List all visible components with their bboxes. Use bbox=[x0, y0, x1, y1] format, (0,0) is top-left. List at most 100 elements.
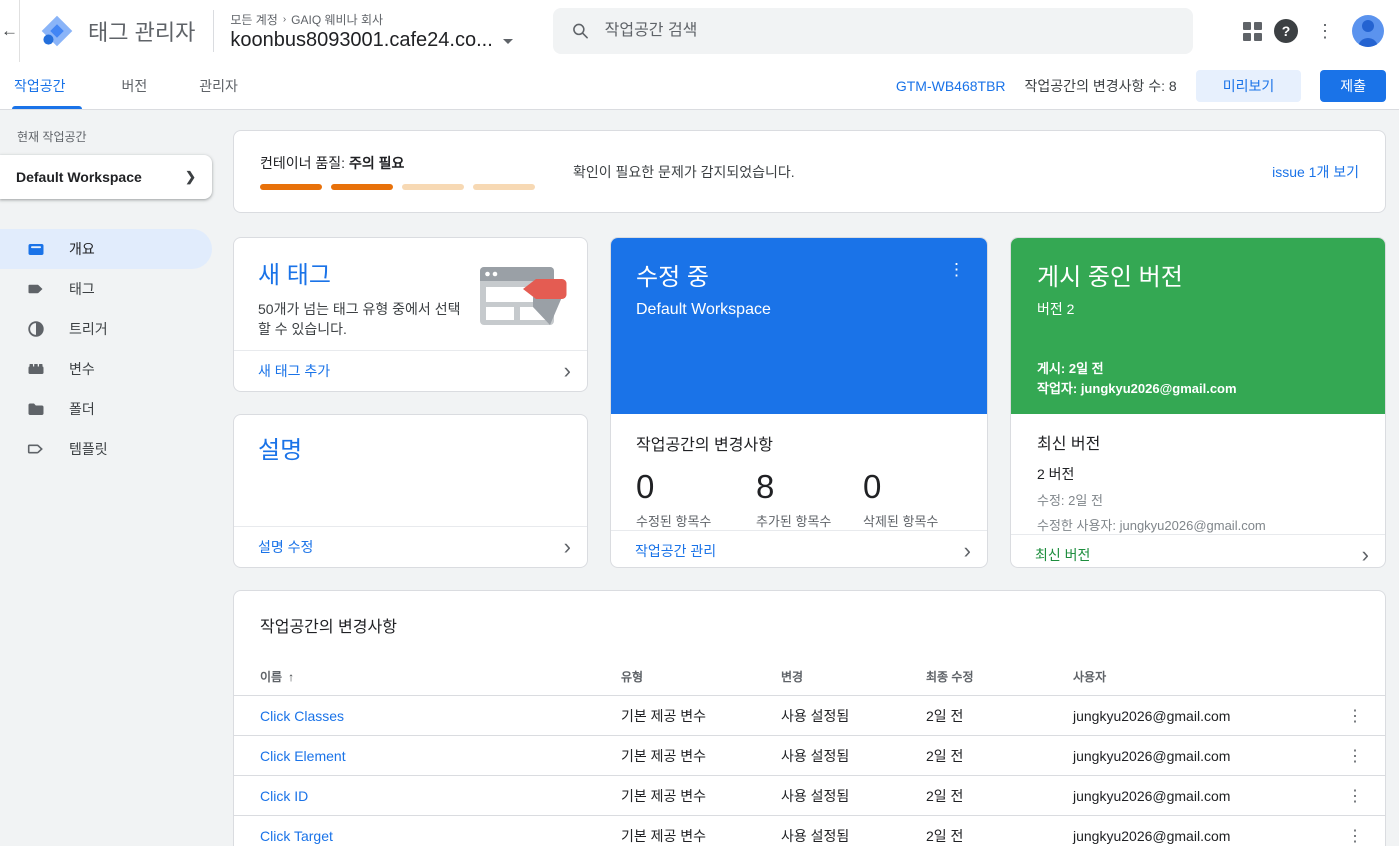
latest-version-number: 2 버전 bbox=[1037, 466, 1075, 482]
submit-button[interactable]: 제출 bbox=[1320, 69, 1386, 102]
latest-modified-date: 수정: 2일 전 bbox=[1037, 493, 1103, 508]
sidebar-item-variables[interactable]: 변수 bbox=[0, 349, 212, 389]
sidebar-item-triggers[interactable]: 트리거 bbox=[0, 309, 212, 349]
column-label: 이름 bbox=[260, 669, 283, 684]
app-brand: 태그 관리자 bbox=[20, 13, 213, 49]
editing-card-header: 수정 중 ⋮ Default Workspace bbox=[611, 238, 987, 414]
tab-versions[interactable]: 버전 bbox=[96, 62, 174, 109]
published-date: 게시: 2일 전 bbox=[1037, 361, 1104, 376]
sidebar-item-tags[interactable]: 태그 bbox=[0, 269, 212, 309]
tab-workspace[interactable]: 작업공간 bbox=[0, 62, 96, 109]
description-title: 설명 bbox=[258, 436, 303, 464]
quality-bar-segment bbox=[331, 184, 393, 190]
sidebar-item-templates[interactable]: 템플릿 bbox=[0, 429, 212, 469]
latest-version-action[interactable]: 최신 버전 › bbox=[1011, 534, 1385, 567]
row-change: 사용 설정됨 bbox=[781, 707, 850, 724]
column-header-change[interactable]: 변경 bbox=[781, 668, 926, 685]
view-issues-link[interactable]: issue 1개 보기 bbox=[1272, 162, 1359, 182]
card-menu-icon[interactable]: ⋮ bbox=[938, 257, 975, 282]
help-icon[interactable]: ? bbox=[1274, 19, 1298, 43]
column-header-type[interactable]: 유형 bbox=[621, 668, 781, 685]
published-version: 버전 2 bbox=[1037, 301, 1075, 317]
sort-ascending-icon: ↑ bbox=[288, 669, 295, 684]
apps-grid-icon[interactable] bbox=[1243, 21, 1262, 41]
row-menu-icon[interactable]: ⋮ bbox=[1335, 826, 1375, 846]
table-row: Click Element 기본 제공 변수 사용 설정됨 2일 전 jungk… bbox=[234, 735, 1385, 775]
row-user: jungkyu2026@gmail.com bbox=[1073, 787, 1231, 804]
row-menu-icon[interactable]: ⋮ bbox=[1335, 786, 1375, 806]
row-last-modified: 2일 전 bbox=[926, 827, 964, 844]
avatar-body bbox=[1358, 38, 1378, 47]
workspace-changes-stats: 작업공간의 변경사항 0 수정된 항목수 8 추가된 항목수 0 삭제된 항목수 bbox=[611, 414, 987, 530]
add-new-tag-action[interactable]: 새 태그 추가 › bbox=[234, 349, 587, 391]
column-header-last-modified[interactable]: 최종 수정 bbox=[926, 668, 1073, 685]
edit-description-action[interactable]: 설명 수정 › bbox=[234, 526, 587, 567]
stat-value: 8 bbox=[756, 468, 775, 505]
page-content: 현재 작업공간 Default Workspace ❯ 개요 태그 트리거 변수… bbox=[0, 110, 1399, 846]
row-type: 기본 제공 변수 bbox=[621, 787, 707, 804]
chevron-right-icon: › bbox=[963, 538, 971, 563]
row-name-link[interactable]: Click ID bbox=[260, 788, 621, 804]
new-tag-card: 새 태그 50개가 넘는 태그 유형 중에서 선택할 수 있습니다. 새 태그 … bbox=[233, 237, 588, 392]
stat-label: 삭제된 항목수 bbox=[863, 514, 939, 529]
published-card-header: 게시 중인 버전 버전 2 게시: 2일 전 작업자: jungkyu2026@… bbox=[1011, 238, 1385, 414]
header-actions: ? ⋮ bbox=[1243, 15, 1399, 47]
tab-admin[interactable]: 관리자 bbox=[173, 62, 264, 109]
table-header-row: 이름 ↑ 유형 변경 최종 수정 사용자 bbox=[234, 657, 1385, 695]
container-name: koonbus8093001.cafe24.co... bbox=[230, 28, 493, 51]
chevron-right-icon: › bbox=[1361, 542, 1369, 567]
latest-modified-by: 수정한 사용자: jungkyu2026@gmail.com bbox=[1037, 518, 1266, 533]
stats-row: 0 수정된 항목수 8 추가된 항목수 0 삭제된 항목수 bbox=[636, 468, 962, 530]
new-tag-card-body: 새 태그 50개가 넘는 태그 유형 중에서 선택할 수 있습니다. bbox=[234, 238, 587, 350]
breadcrumb-account[interactable]: 모든 계정 bbox=[230, 11, 278, 28]
app-title: 태그 관리자 bbox=[88, 20, 196, 45]
description-card-body: 설명 bbox=[234, 415, 587, 527]
avatar-head bbox=[1362, 20, 1374, 32]
row-user: jungkyu2026@gmail.com bbox=[1073, 707, 1231, 724]
row-menu-icon[interactable]: ⋮ bbox=[1335, 706, 1375, 726]
workspace-changes-count: 작업공간의 변경사항 수: 8 bbox=[1024, 77, 1177, 94]
preview-button[interactable]: 미리보기 bbox=[1195, 69, 1302, 102]
column-header-name[interactable]: 이름 ↑ bbox=[260, 668, 621, 685]
row-type: 기본 제공 변수 bbox=[621, 747, 707, 764]
stat-label: 수정된 항목수 bbox=[636, 514, 712, 529]
chevron-right-icon: › bbox=[563, 357, 571, 383]
row-name-link[interactable]: Click Element bbox=[260, 748, 621, 764]
sidebar-nav: 개요 태그 트리거 변수 폴더 템플릿 bbox=[0, 229, 212, 469]
description-card: 설명 설명 수정 › bbox=[233, 413, 588, 568]
manage-workspaces-action[interactable]: 작업공간 관리 › bbox=[611, 530, 987, 567]
overflow-menu-icon[interactable]: ⋮ bbox=[1310, 22, 1340, 40]
column-header-user[interactable]: 사용자 bbox=[1073, 668, 1335, 685]
search-input[interactable] bbox=[604, 22, 1175, 40]
sidebar-item-folders[interactable]: 폴더 bbox=[0, 389, 212, 429]
sidebar-item-label: 태그 bbox=[69, 281, 95, 297]
stat-label: 추가된 항목수 bbox=[756, 514, 832, 529]
row-name-link[interactable]: Click Target bbox=[260, 828, 621, 844]
new-tag-illustration-icon bbox=[480, 267, 567, 325]
left-card-column: 새 태그 50개가 넘는 태그 유형 중에서 선택할 수 있습니다. 새 태그 … bbox=[233, 237, 588, 568]
row-menu-icon[interactable]: ⋮ bbox=[1335, 746, 1375, 766]
sidebar-item-label: 템플릿 bbox=[69, 441, 108, 457]
workspace-selector[interactable]: Default Workspace ❯ bbox=[0, 155, 212, 199]
edit-description-label: 설명 수정 bbox=[258, 539, 314, 555]
back-button[interactable]: ← bbox=[0, 0, 20, 62]
sidebar-item-label: 개요 bbox=[69, 241, 95, 257]
container-selector[interactable]: koonbus8093001.cafe24.co... bbox=[230, 28, 513, 52]
overview-icon bbox=[28, 244, 44, 255]
stat-value: 0 bbox=[636, 468, 655, 505]
breadcrumb-company[interactable]: GAIQ 웨비나 회사 bbox=[291, 11, 383, 28]
chevron-right-icon: ❯ bbox=[185, 169, 196, 184]
current-workspace-label: 현재 작업공간 bbox=[17, 130, 87, 144]
container-id-link[interactable]: GTM-WB468TBR bbox=[896, 78, 1006, 94]
chevron-right-icon: › bbox=[563, 534, 571, 559]
row-type: 기본 제공 변수 bbox=[621, 707, 707, 724]
new-tag-title: 새 태그 bbox=[258, 262, 331, 289]
workspace-search bbox=[552, 8, 1193, 54]
editing-workspace-name: Default Workspace bbox=[636, 301, 771, 318]
sidebar-item-overview[interactable]: 개요 bbox=[0, 229, 212, 269]
quality-bar-segment bbox=[473, 184, 535, 190]
avatar[interactable] bbox=[1352, 15, 1384, 47]
latest-version-label: 최신 버전 bbox=[1035, 547, 1091, 563]
row-name-link[interactable]: Click Classes bbox=[260, 708, 621, 724]
row-type: 기본 제공 변수 bbox=[621, 827, 707, 844]
